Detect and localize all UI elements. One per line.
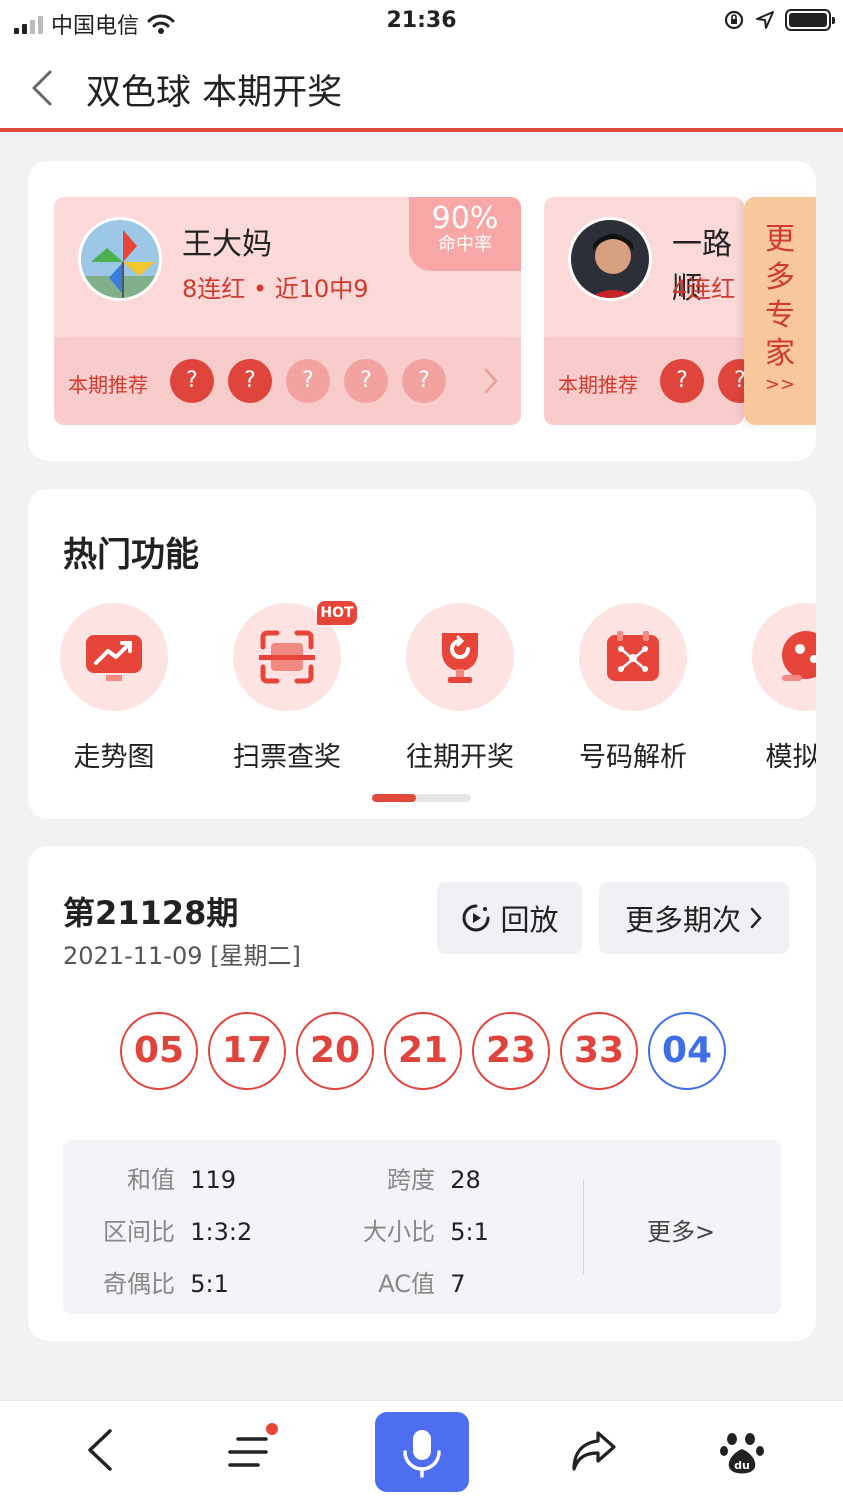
issue-number: 第21128期 [63,894,239,932]
expert-card[interactable]: 一路顺 4连红 本期推荐 ? ? [544,197,744,425]
share-icon[interactable] [570,1429,618,1473]
back-icon[interactable] [84,1427,116,1473]
stat-ac: AC值 7 [378,1270,466,1298]
svg-text:du: du [734,1459,750,1472]
draw-stats: 和值 119 区间比 1:3:2 奇偶比 5:1 跨度 28 大小比 5:1 A… [63,1140,781,1314]
clock: 21:36 [386,8,457,33]
stat-zone-ratio: 区间比 1:3:2 [103,1218,253,1246]
feature-scan-ticket[interactable]: HOT 扫票查奖 [215,601,365,773]
more-stats-link[interactable]: 更多> [647,1212,715,1247]
expert-streak: 8连红 • 近10中9 [182,275,369,303]
stat-size-ratio: 大小比 5:1 [363,1218,489,1246]
menu-icon[interactable] [228,1433,270,1471]
trophy-history-icon [442,633,478,683]
feature-label: 号码解析 [579,742,687,773]
scan-ticket-icon [259,630,315,684]
divider [583,1180,584,1274]
scroll-indicator [372,794,471,802]
bottom-toolbar: du [0,1400,843,1500]
chevron-right-icon [750,907,762,929]
hidden-ball: ? [660,359,704,403]
hidden-ball: ? [402,359,446,403]
back-icon[interactable] [26,66,66,110]
replay-icon [463,904,490,932]
replay-label: 回放 [500,903,559,937]
experts-card: 王大妈 8连红 • 近10中9 90% 命中率 本期推荐 ? ? ? ? ? 一… [28,161,816,461]
feature-simulate-pick[interactable]: 模拟选 [734,603,816,773]
nav-bar: 双色球 本期开奖 [0,44,843,132]
feature-past-draws[interactable]: 往期开奖 [388,603,538,773]
more-experts-button[interactable]: 更 多 专 家 >> [744,197,816,425]
red-ball: 20 [296,1012,374,1090]
voice-search-button[interactable] [375,1412,469,1492]
stat-sum: 和值 119 [127,1166,237,1194]
expert-card[interactable]: 王大妈 8连红 • 近10中9 90% 命中率 本期推荐 ? ? ? ? ? [54,197,521,425]
draw-date: 2021-11-09 [星期二] [63,942,301,970]
status-bar: 中国电信 21:36 [0,0,843,44]
rotation-lock-icon [724,10,744,30]
feature-label: 扫票查奖 [233,742,341,773]
avatar [568,217,652,301]
recommend-label: 本期推荐 [68,373,148,397]
page-title: 双色球 本期开奖 [86,73,343,113]
red-ball: 21 [384,1012,462,1090]
notification-dot [266,1423,278,1435]
draw-result-card: 第21128期 2021-11-09 [星期二] 回放 更多期次 05 17 2… [28,846,816,1341]
red-ball: 23 [472,1012,550,1090]
recommend-label: 本期推荐 [558,373,638,397]
expert-name: 王大妈 [182,227,272,262]
number-analysis-icon [607,631,659,681]
hidden-ball: ? [718,359,744,403]
feature-label: 往期开奖 [406,742,514,773]
battery-icon [785,9,835,31]
hot-features-card: 热门功能 走势图 HOT 扫票查奖 往期开奖 号码解析 模拟 [28,489,816,819]
chevron-right-icon [484,368,498,394]
more-issues-button[interactable]: 更多期次 [599,882,789,954]
hidden-ball: ? [286,359,330,403]
stat-odd-even: 奇偶比 5:1 [103,1270,229,1298]
location-icon [756,11,774,29]
microphone-icon [403,1430,441,1478]
avatar [78,217,162,301]
section-title: 热门功能 [63,535,199,575]
hidden-ball: ? [170,359,214,403]
red-ball: 05 [120,1012,198,1090]
more-issues-label: 更多期次 [624,903,741,937]
red-ball: 17 [208,1012,286,1090]
hidden-ball: ? [344,359,388,403]
blue-ball: 04 [648,1012,726,1090]
feature-label: 模拟选 [765,742,817,773]
feature-trend-chart[interactable]: 走势图 [42,603,192,773]
hot-badge: HOT [317,601,357,625]
hidden-ball: ? [228,359,272,403]
expert-streak: 4连红 [672,275,736,303]
winning-numbers: 05 17 20 21 23 33 04 [120,1012,726,1090]
baidu-paw-icon[interactable]: du [720,1429,764,1475]
simulate-pick-icon [782,631,816,681]
red-ball: 33 [560,1012,638,1090]
trend-chart-icon [86,635,142,681]
feature-label: 走势图 [73,742,155,773]
hit-rate-badge: 90% 命中率 [409,197,521,271]
stat-span: 跨度 28 [387,1166,481,1194]
feature-number-analysis[interactable]: 号码解析 [561,603,711,773]
replay-button[interactable]: 回放 [437,882,582,954]
